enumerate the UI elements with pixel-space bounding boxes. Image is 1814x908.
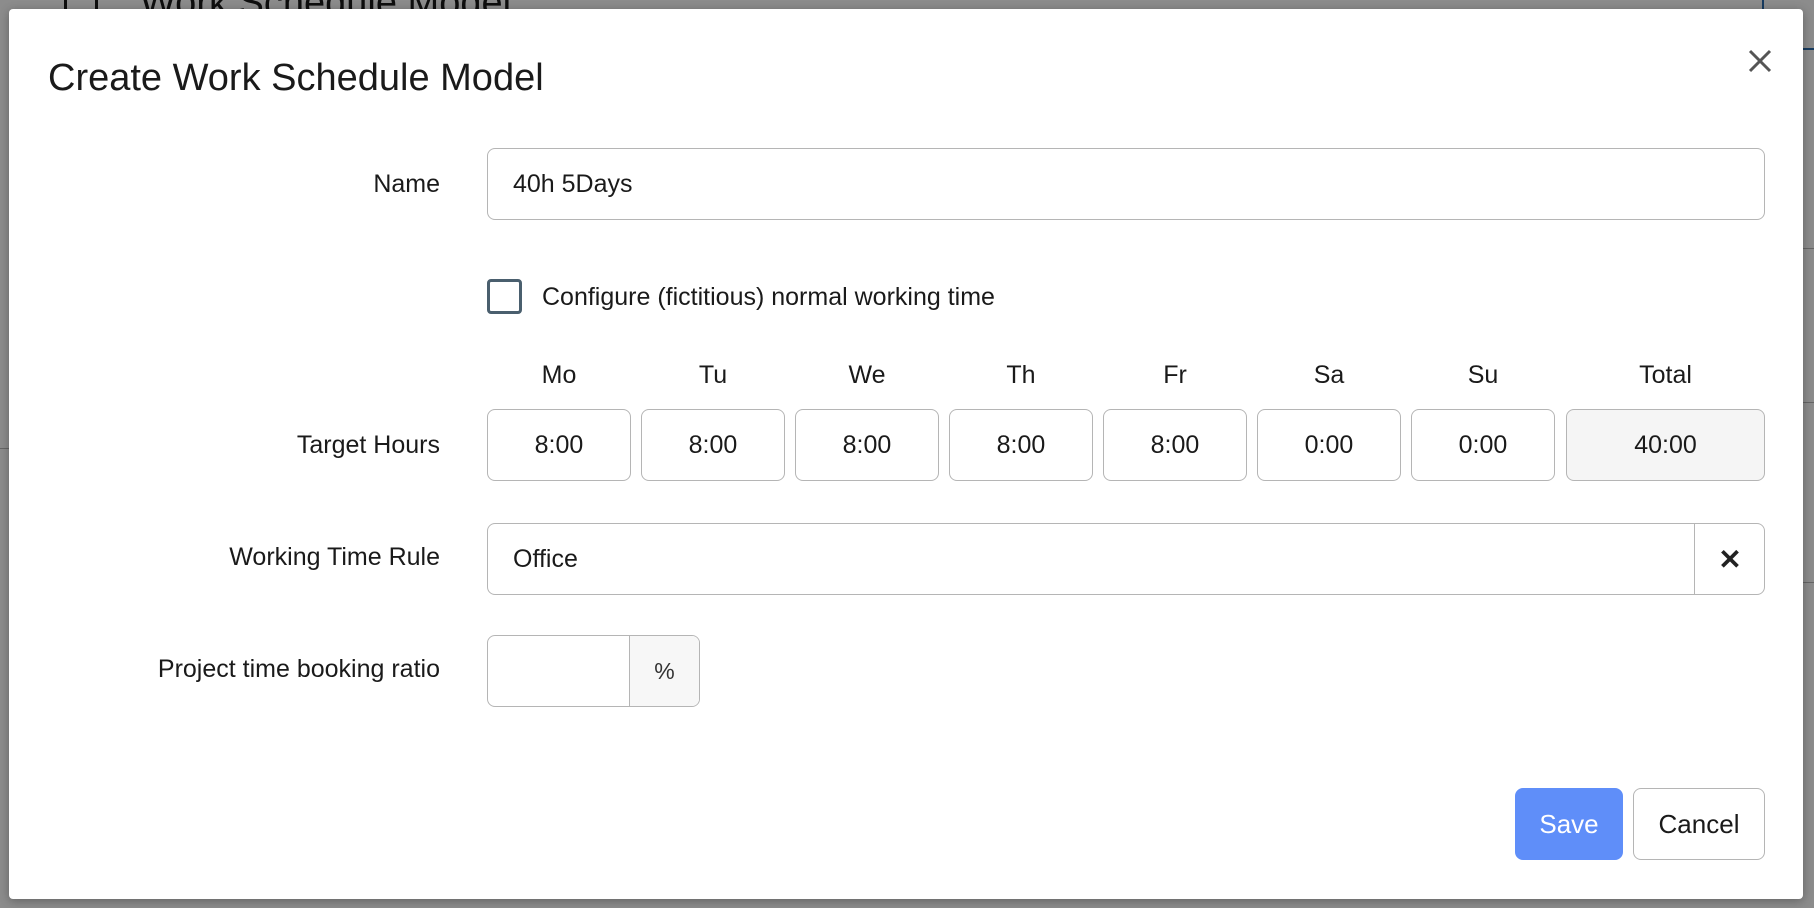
target-hours-th-input[interactable]: 8:00 <box>949 409 1093 481</box>
target-hours-label: Target Hours <box>296 431 440 459</box>
working-time-rule-select[interactable]: Office <box>487 523 1765 595</box>
name-input-value: 40h 5Days <box>513 169 633 198</box>
target-hours-tu-input[interactable]: 8:00 <box>641 409 785 481</box>
normal-working-time-label[interactable]: Configure (fictitious) normal working ti… <box>542 283 995 312</box>
target-hours-mo-input[interactable]: 8:00 <box>487 409 631 481</box>
day-header-sa: Sa <box>1313 361 1345 389</box>
save-button[interactable]: Save <box>1515 788 1623 860</box>
percent-addon: % <box>630 636 699 706</box>
normal-working-time-checkbox[interactable] <box>487 279 522 314</box>
target-hours-su-input[interactable]: 0:00 <box>1411 409 1555 481</box>
day-header-su: Su <box>1467 361 1499 389</box>
day-header-total: Total <box>1639 361 1692 389</box>
day-header-fr: Fr <box>1163 361 1187 389</box>
target-hours-we-input[interactable]: 8:00 <box>795 409 939 481</box>
project-ratio-input[interactable] <box>488 636 630 706</box>
target-hours-total: 40:00 <box>1566 409 1765 481</box>
day-header-mo: Mo <box>541 361 577 389</box>
cancel-button[interactable]: Cancel <box>1633 788 1765 860</box>
name-label: Name <box>373 170 440 198</box>
dialog-title: Create Work Schedule Model <box>48 57 544 99</box>
target-hours-fr-input[interactable]: 8:00 <box>1103 409 1247 481</box>
name-input[interactable]: 40h 5Days <box>487 148 1765 220</box>
clear-icon[interactable]: ✕ <box>1694 523 1765 595</box>
project-ratio-label: Project time booking ratio <box>157 655 440 683</box>
target-hours-sa-input[interactable]: 0:00 <box>1257 409 1401 481</box>
day-header-tu: Tu <box>698 361 728 389</box>
close-icon[interactable] <box>1740 41 1780 81</box>
working-time-rule-label: Working Time Rule <box>229 543 440 571</box>
day-header-we: We <box>848 361 886 389</box>
create-work-schedule-dialog: Create Work Schedule Model Name 40h 5Day… <box>9 9 1803 899</box>
project-ratio-input-group: % <box>487 635 700 707</box>
day-header-th: Th <box>1006 361 1036 389</box>
working-time-rule-value: Office <box>513 544 578 573</box>
